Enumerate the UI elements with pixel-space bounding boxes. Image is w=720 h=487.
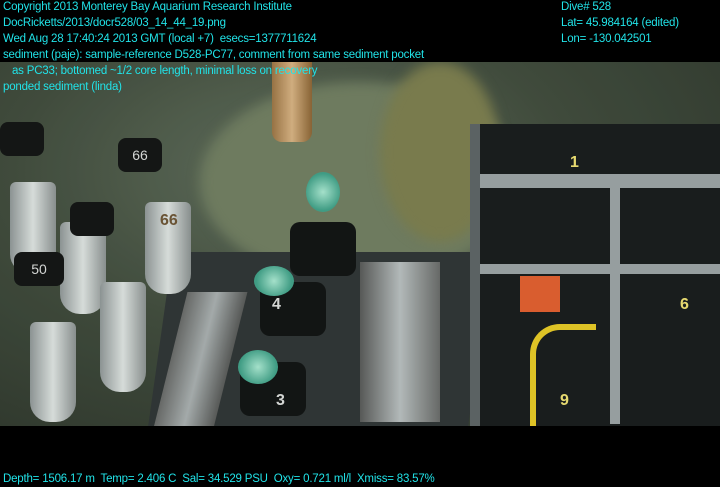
annotation-line: as PC33; bottomed ~1/2 core length, mini… [3,65,318,77]
seafloor-photo: 66 50 66 4 3 1 6 9 [0,62,720,426]
water-haze [0,62,720,426]
file-path: DocRicketts/2013/docr528/03_14_44_19.png [3,17,226,29]
annotation-line: sediment (paje): sample-reference D528-P… [3,49,424,61]
dive-number: Dive# 528 [561,1,611,13]
longitude: Lon= -130.042501 [561,33,652,45]
annotation-line: ponded sediment (linda) [3,81,122,93]
telemetry-readout: Depth= 1506.17 m Temp= 2.406 C Sal= 34.5… [3,473,435,485]
copyright-text: Copyright 2013 Monterey Bay Aquarium Res… [3,1,292,13]
timestamp: Wed Aug 28 17:40:24 2013 GMT (local +7) … [3,33,317,45]
latitude: Lat= 45.984164 (edited) [561,17,679,29]
